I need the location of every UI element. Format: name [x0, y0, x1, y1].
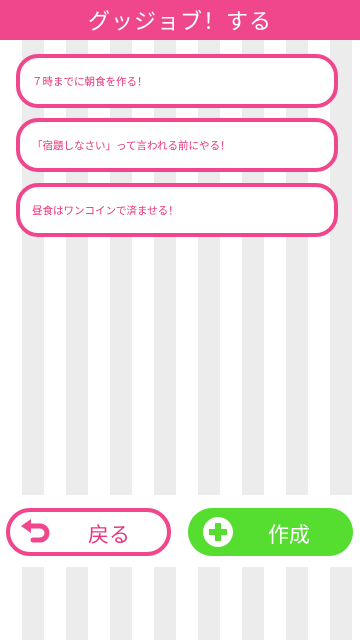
create-button[interactable]: 作成 [188, 508, 353, 556]
return-arrow-icon [21, 519, 50, 543]
task-item-3[interactable]: 昼食はワンコインで済ませる！ [16, 183, 338, 237]
create-label: 作成 [268, 523, 310, 547]
page-title: グッジョブ！する [87, 10, 272, 35]
task-text: 「宿題しなさい」って言われる前にやる！ [32, 139, 231, 152]
bottom-background [0, 567, 360, 640]
task-list: ７時までに朝食を作る！ 「宿題しなさい」って言われる前にやる！ 昼食はワンコイン… [0, 40, 360, 495]
back-button[interactable]: 戻る [6, 508, 171, 556]
task-item-2[interactable]: 「宿題しなさい」って言われる前にやる！ [16, 118, 338, 172]
plus-circle-icon [203, 517, 233, 547]
back-label: 戻る [88, 523, 130, 547]
task-text: ７時までに朝食を作る！ [32, 75, 148, 88]
app-header: グッジョブ！する [0, 0, 360, 40]
task-item-1[interactable]: ７時までに朝食を作る！ [16, 54, 338, 108]
task-text: 昼食はワンコインで済ませる！ [32, 204, 179, 217]
